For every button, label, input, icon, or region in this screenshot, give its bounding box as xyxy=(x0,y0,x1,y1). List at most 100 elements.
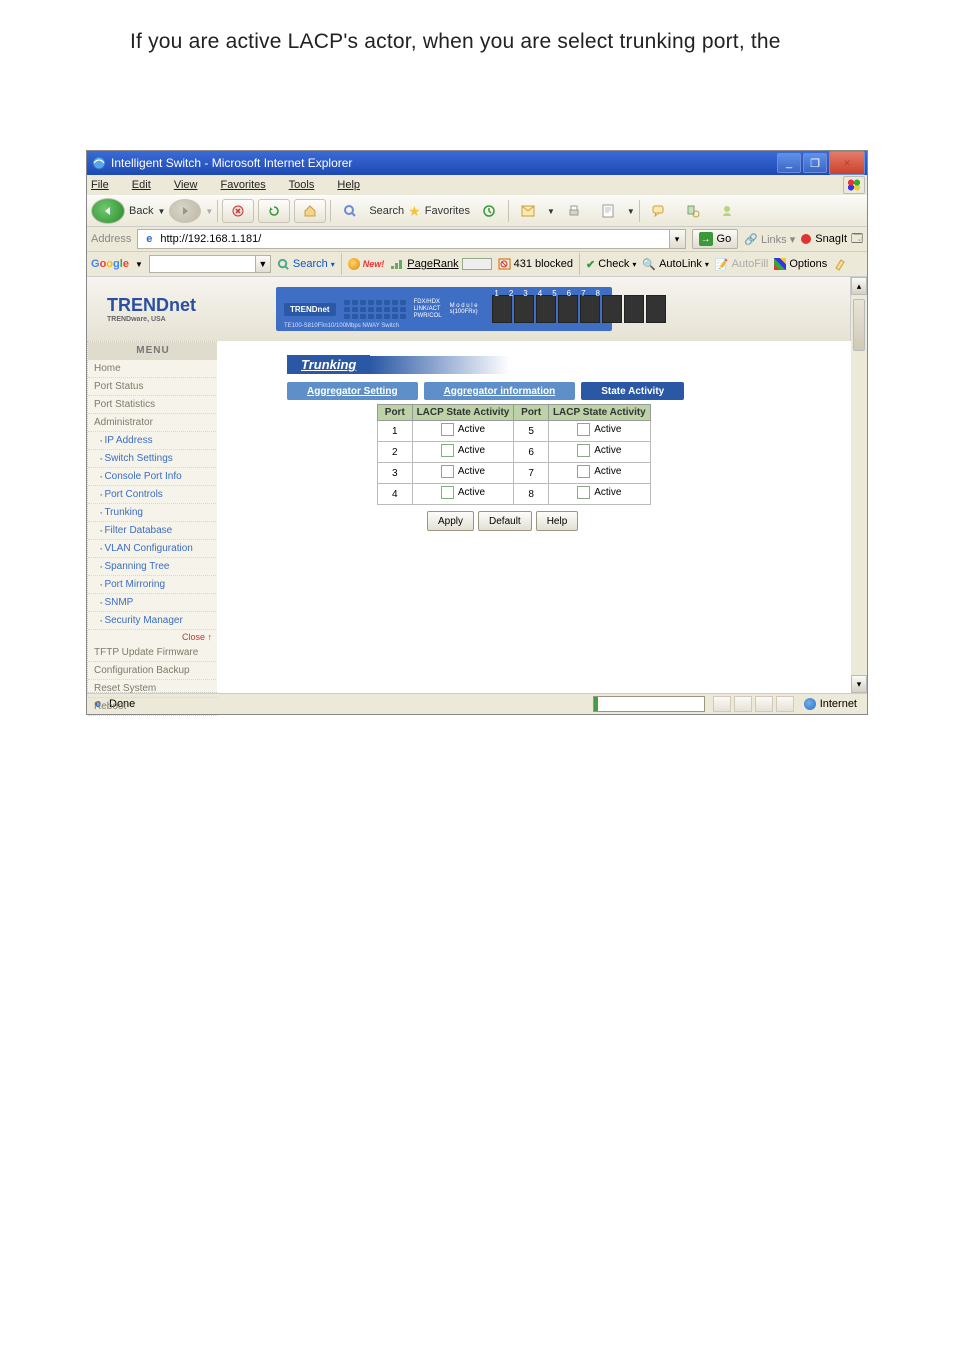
nav-filterdb[interactable]: Filter Database xyxy=(88,522,218,540)
nav-security[interactable]: Security Manager xyxy=(88,612,218,630)
checkbox-port8[interactable]: Active xyxy=(577,486,621,499)
window-title: Intelligent Switch - Microsoft Internet … xyxy=(111,156,777,170)
led-panel xyxy=(344,300,406,319)
mail-button[interactable] xyxy=(513,200,543,222)
checkbox-port1[interactable]: Active xyxy=(441,423,485,436)
search-label[interactable]: Search xyxy=(369,205,404,217)
popup-blocked-button[interactable]: 431 blocked xyxy=(498,258,573,270)
checkbox-port3[interactable]: Active xyxy=(441,465,485,478)
address-url: http://192.168.1.181/ xyxy=(160,233,261,245)
windows-flag-icon xyxy=(843,176,865,194)
discuss-button[interactable] xyxy=(644,200,674,222)
edit-button[interactable] xyxy=(593,200,623,222)
menu-view[interactable]: View xyxy=(174,179,208,191)
menu-help[interactable]: Help xyxy=(337,179,370,191)
device-image: TRENDnet FDX/HDXLINK/ACTPWR/COL M o d u … xyxy=(276,287,612,331)
scroll-thumb[interactable] xyxy=(853,299,865,351)
nav-cfgb[interactable]: Configuration Backup xyxy=(88,662,218,680)
print-button[interactable] xyxy=(559,200,589,222)
snagit-button[interactable]: SnagIt 🗔 xyxy=(801,230,863,249)
google-menu-dd[interactable]: ▼ xyxy=(135,260,143,269)
check-button[interactable]: ✔Check ▾ xyxy=(586,258,636,271)
options-button[interactable]: Options xyxy=(774,258,827,270)
nav-snmp[interactable]: SNMP xyxy=(88,594,218,612)
nav-admin[interactable]: Administrator xyxy=(88,414,218,432)
nav-reboot[interactable]: Reboot xyxy=(88,698,218,716)
autolink-button[interactable]: 🔍AutoLink ▾ xyxy=(642,258,709,271)
table-row: 4 Active 8 Active xyxy=(378,484,651,505)
default-button[interactable]: Default xyxy=(478,511,532,531)
nav-trunking[interactable]: Trunking xyxy=(88,504,218,522)
scroll-down[interactable]: ▾ xyxy=(851,675,867,693)
checkbox-port6[interactable]: Active xyxy=(577,444,621,457)
snagit-icon xyxy=(801,234,811,244)
norton-button[interactable]: New! xyxy=(348,258,385,270)
nav-switch[interactable]: Switch Settings xyxy=(88,450,218,468)
nav-spanning[interactable]: Spanning Tree xyxy=(88,558,218,576)
ie-toolbar: Back ▼ ▼ Search ★ Favorites ▼ xyxy=(87,195,867,227)
nav-port-status[interactable]: Port Status xyxy=(88,378,218,396)
menu-favorites[interactable]: Favorites xyxy=(221,179,276,191)
nav-port-stats[interactable]: Port Statistics xyxy=(88,396,218,414)
brand-logo: TRENDnet TRENDware, USA xyxy=(107,296,196,323)
links-label[interactable]: 🔗 Links ▾ xyxy=(744,233,795,246)
nav-close[interactable]: Close ↑ xyxy=(88,630,218,644)
back-label[interactable]: Back xyxy=(129,205,153,217)
options-icon xyxy=(774,258,786,270)
nav-mirror[interactable]: Port Mirroring xyxy=(88,576,218,594)
th-port: Port xyxy=(378,405,413,421)
scroll-up[interactable]: ▴ xyxy=(851,277,867,295)
menu-file[interactable]: File xyxy=(91,179,119,191)
nav-tftp[interactable]: TFTP Update Firmware xyxy=(88,644,218,662)
tab-aggregator-setting[interactable]: Aggregator Setting xyxy=(287,382,418,400)
go-button[interactable]: → Go xyxy=(692,229,739,249)
nav-ip[interactable]: IP Address xyxy=(88,432,218,450)
snagit-pane-icon[interactable]: 🗔 xyxy=(851,230,863,249)
menu-edit[interactable]: Edit xyxy=(132,179,161,191)
google-logo[interactable]: Google xyxy=(91,258,129,270)
forward-button[interactable] xyxy=(169,199,201,223)
autofill-button[interactable]: 📝AutoFill xyxy=(715,258,768,271)
minimize-button[interactable]: _ xyxy=(777,153,801,173)
favorites-icon[interactable]: ★ xyxy=(408,203,421,220)
apply-button[interactable]: Apply xyxy=(427,511,474,531)
refresh-button[interactable] xyxy=(258,199,290,223)
maximize-button[interactable]: ❐ xyxy=(803,153,827,173)
address-dropdown[interactable]: ▾ xyxy=(669,230,685,248)
intro-text: If you are active LACP's actor, when you… xyxy=(130,30,894,54)
google-search-button[interactable]: Search ▾ xyxy=(277,258,335,271)
nav-reset[interactable]: Reset System xyxy=(88,680,218,698)
stop-button[interactable] xyxy=(222,199,254,223)
tab-aggregator-info[interactable]: Aggregator information xyxy=(424,382,576,400)
port-numbers: 12345678 xyxy=(494,289,600,298)
close-button[interactable]: ✕ xyxy=(829,151,865,175)
nav-vlan[interactable]: VLAN Configuration xyxy=(88,540,218,558)
address-field[interactable]: e http://192.168.1.181/ ▾ xyxy=(137,229,685,249)
favorites-label[interactable]: Favorites xyxy=(425,205,470,217)
device-banner: TRENDnet TRENDware, USA TRENDnet FDX/HDX… xyxy=(87,277,867,341)
highlight-button[interactable] xyxy=(833,257,847,271)
google-search-input[interactable]: ▼ xyxy=(149,255,271,273)
nav-home[interactable]: Home xyxy=(88,360,218,378)
tab-bar: Aggregator Setting Aggregator informatio… xyxy=(287,382,841,400)
zone-internet[interactable]: Internet xyxy=(804,698,857,710)
nav-controls[interactable]: Port Controls xyxy=(88,486,218,504)
home-button[interactable] xyxy=(294,199,326,223)
pagerank-button[interactable]: PageRank xyxy=(390,258,491,270)
checkbox-port2[interactable]: Active xyxy=(441,444,485,457)
status-sections xyxy=(713,696,794,712)
help-button[interactable]: Help xyxy=(536,511,579,531)
messenger-button[interactable] xyxy=(712,200,742,222)
research-button[interactable] xyxy=(678,200,708,222)
history-button[interactable] xyxy=(474,200,504,222)
menu-tools[interactable]: Tools xyxy=(289,179,325,191)
tab-state-activity[interactable]: State Activity xyxy=(581,382,684,400)
back-button[interactable] xyxy=(91,198,125,224)
scrollbar[interactable]: ▴ ▾ xyxy=(850,277,867,693)
search-button[interactable] xyxy=(335,200,365,222)
checkbox-port4[interactable]: Active xyxy=(441,486,485,499)
table-row: 2 Active 6 Active xyxy=(378,442,651,463)
checkbox-port5[interactable]: Active xyxy=(577,423,621,436)
checkbox-port7[interactable]: Active xyxy=(577,465,621,478)
nav-console[interactable]: Console Port Info xyxy=(88,468,218,486)
